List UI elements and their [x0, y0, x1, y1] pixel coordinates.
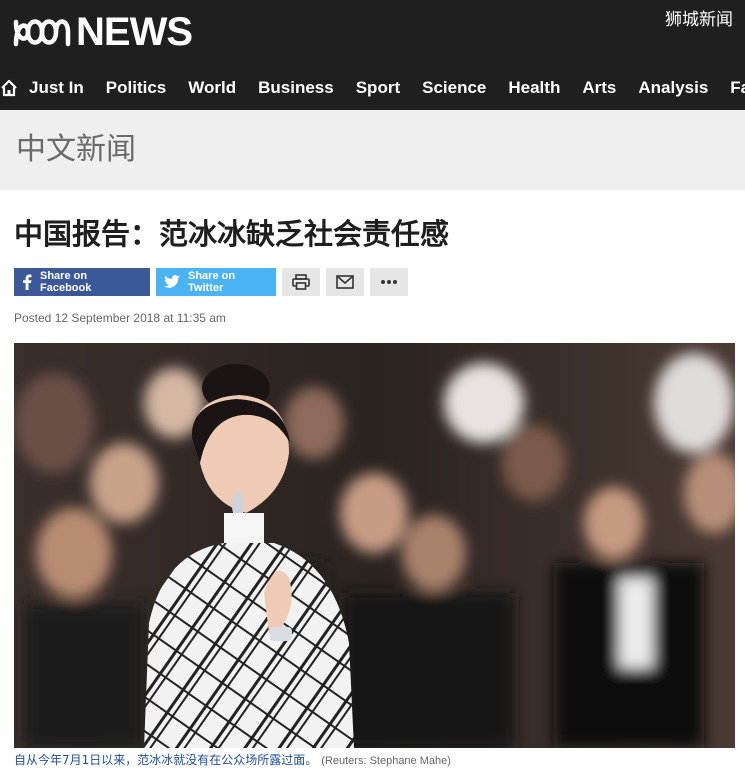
article-headline: 中国报告：范冰冰缺乏社会责任感 — [14, 217, 450, 251]
share-toolbar: Share on Facebook Share on Twitter — [14, 268, 408, 296]
share-facebook-label: Share on Facebook — [40, 270, 92, 294]
caption-text: 自从今年7月1日以来，范冰冰就没有在公众场所露过面。 — [14, 753, 318, 767]
nav-item-fact-check[interactable]: Fact C — [719, 66, 745, 110]
abc-logo-icon — [13, 19, 71, 47]
article-photo — [14, 343, 735, 748]
nav-item-world[interactable]: World — [177, 66, 247, 110]
more-icon — [381, 280, 397, 284]
email-button[interactable] — [326, 268, 364, 296]
nav-item-business[interactable]: Business — [247, 66, 345, 110]
nav-item-analysis[interactable]: Analysis — [627, 66, 719, 110]
nav-item-health[interactable]: Health — [497, 66, 571, 110]
share-facebook-button[interactable]: Share on Facebook — [14, 268, 150, 296]
section-title[interactable]: 中文新闻 — [16, 132, 136, 168]
nav-item-sport[interactable]: Sport — [345, 66, 411, 110]
logo-text: NEWS — [76, 10, 193, 54]
caption-credit: (Reuters: Stephane Mahe) — [321, 755, 451, 767]
main-nav: Just In Politics World Business Sport Sc… — [0, 66, 745, 110]
nav-item-just-in[interactable]: Just In — [18, 66, 95, 110]
nav-item-politics[interactable]: Politics — [95, 66, 177, 110]
nav-item-arts[interactable]: Arts — [571, 66, 627, 110]
edition-link[interactable]: 狮城新闻 — [665, 9, 733, 31]
more-button[interactable] — [370, 268, 408, 296]
print-button[interactable] — [282, 268, 320, 296]
nav-home[interactable] — [0, 66, 18, 110]
print-icon — [292, 274, 310, 290]
email-icon — [336, 275, 354, 289]
share-twitter-label: Share on Twitter — [188, 270, 236, 294]
section-band: 中文新闻 — [0, 110, 745, 190]
photo-caption: 自从今年7月1日以来，范冰冰就没有在公众场所露过面。 (Reuters: Step… — [14, 751, 451, 770]
twitter-icon — [164, 275, 180, 289]
nav-item-science[interactable]: Science — [411, 66, 497, 110]
share-twitter-button[interactable]: Share on Twitter — [156, 268, 276, 296]
facebook-icon — [22, 274, 32, 290]
abc-news-logo[interactable]: NEWS — [12, 10, 193, 54]
top-header: NEWS 狮城新闻 — [0, 0, 745, 66]
home-icon — [1, 79, 17, 97]
posted-date: Posted 12 September 2018 at 11:35 am — [14, 311, 226, 325]
